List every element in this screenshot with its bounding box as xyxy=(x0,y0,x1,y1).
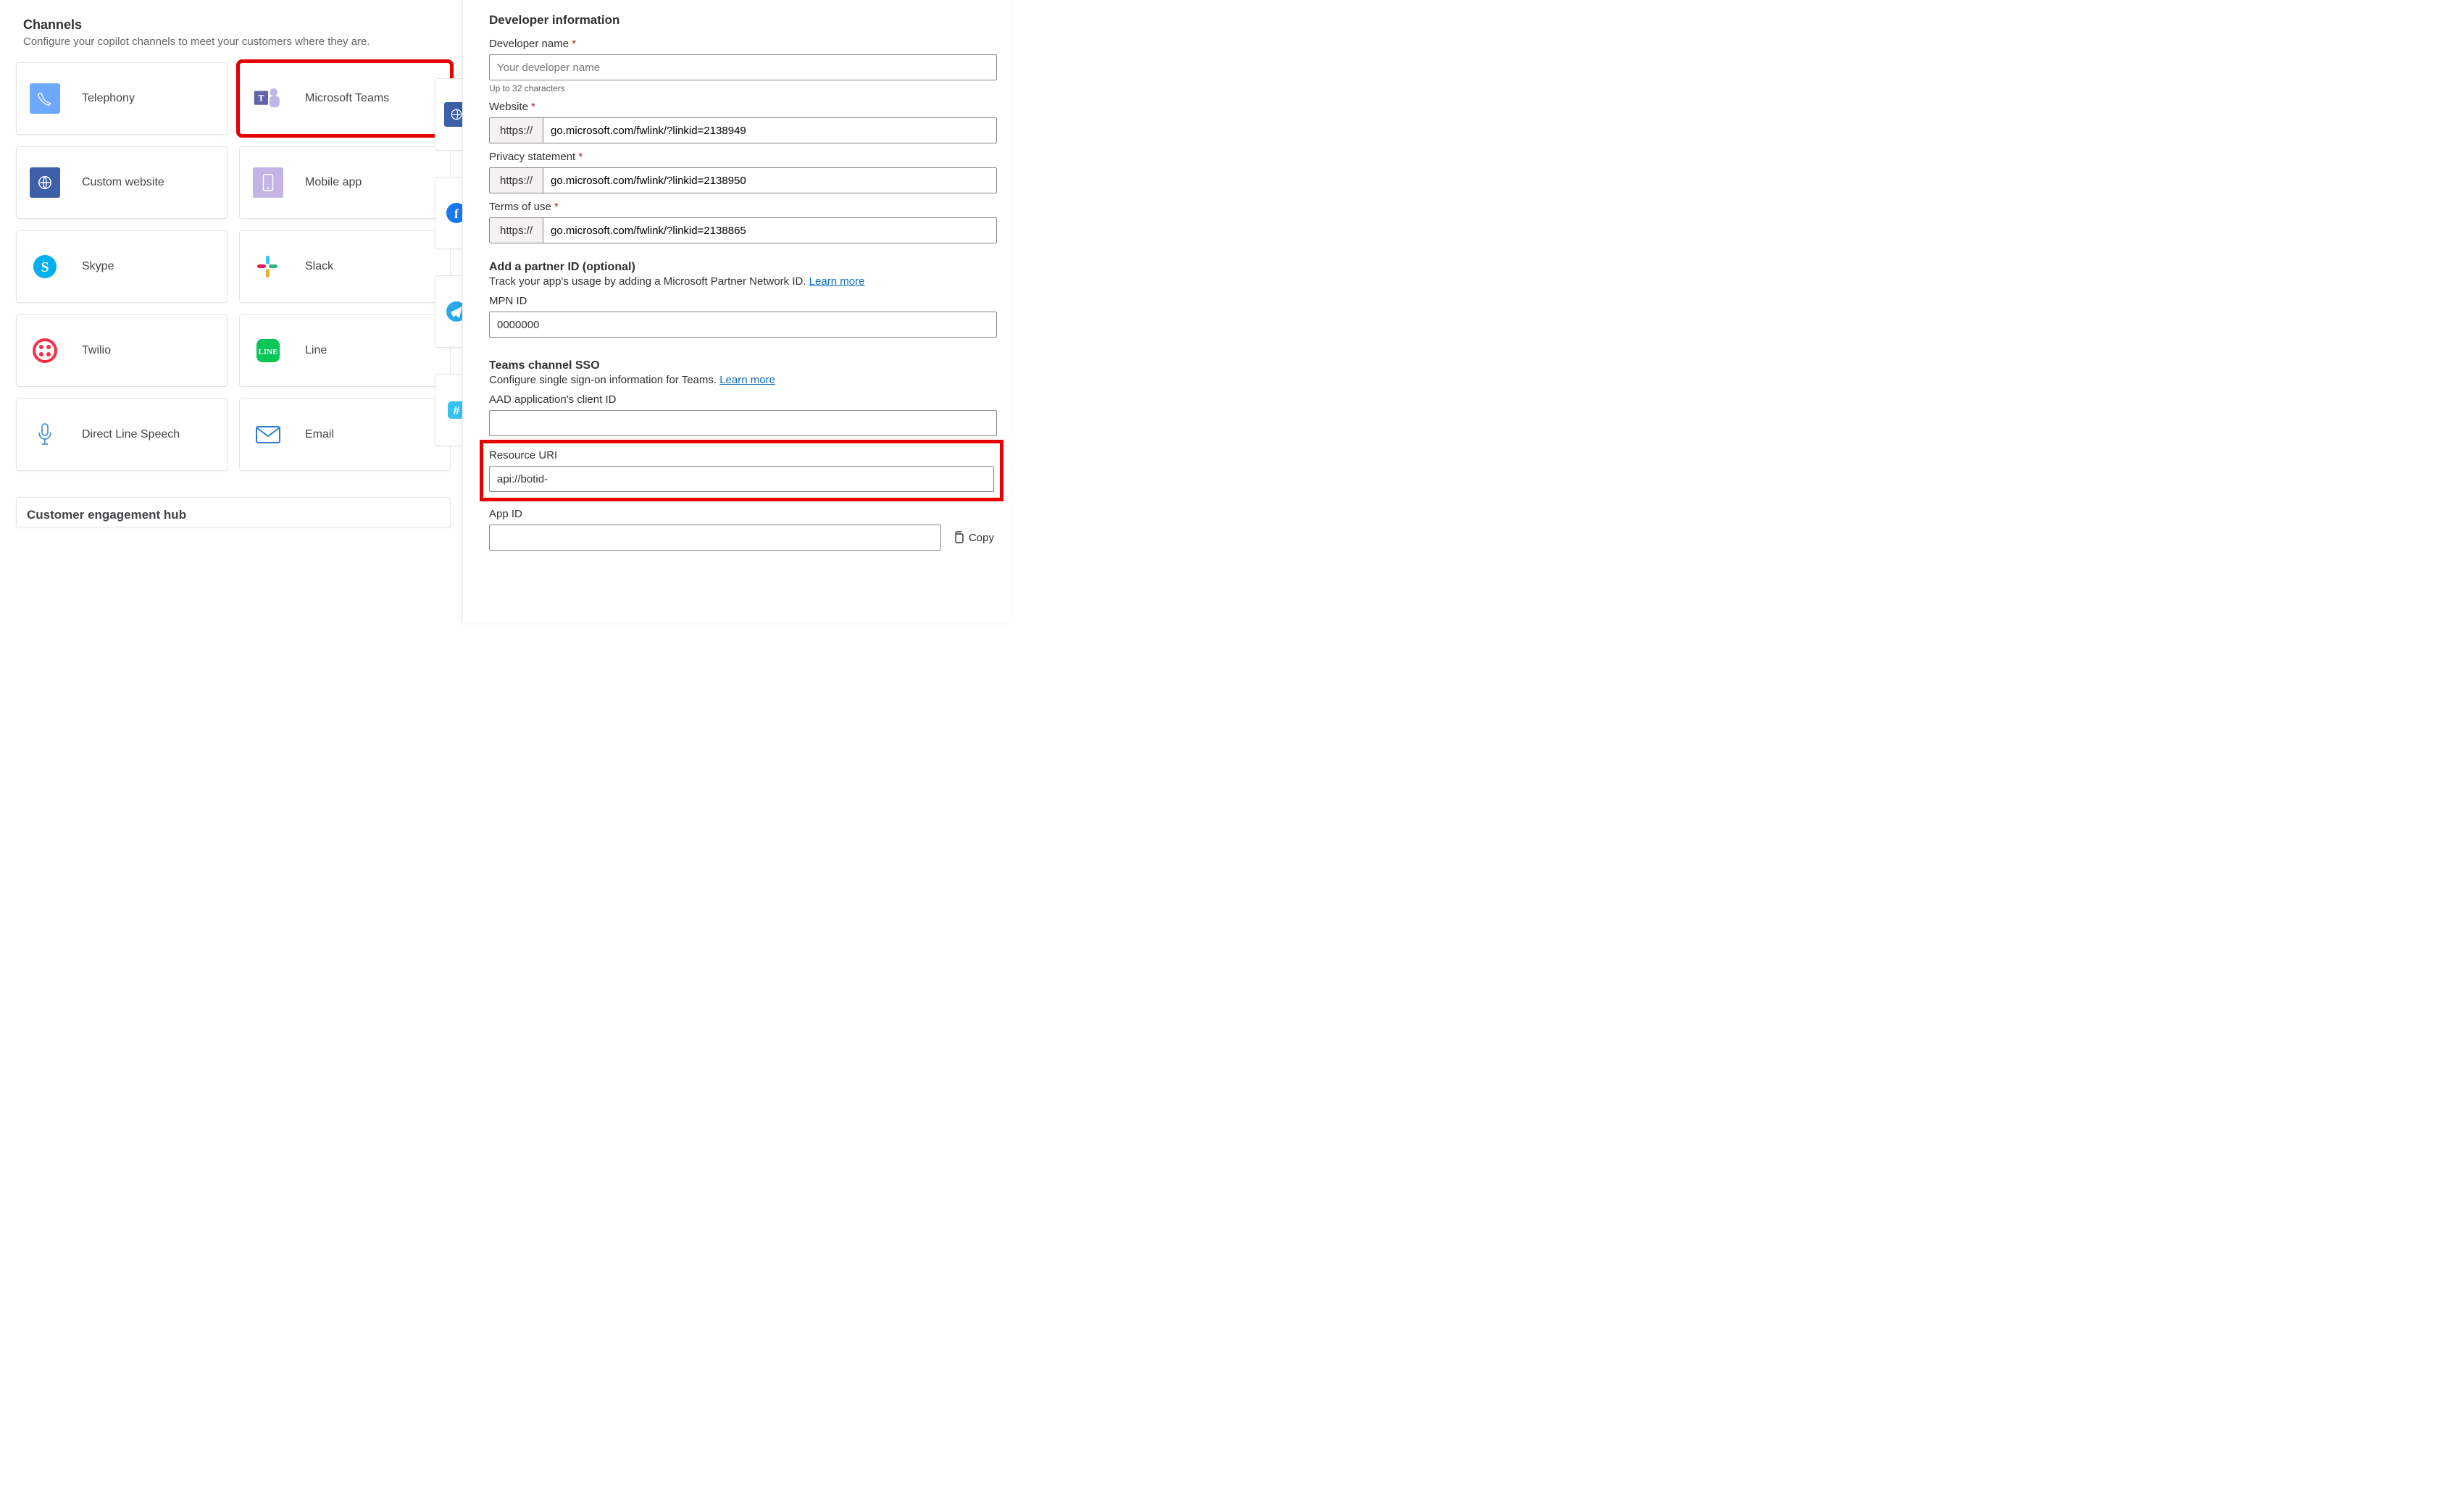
tile-label: Custom website xyxy=(82,176,164,189)
aad-client-id-input[interactable] xyxy=(489,410,997,436)
website-input[interactable] xyxy=(543,118,996,143)
privacy-field: https:// xyxy=(489,167,997,193)
svg-text:#: # xyxy=(454,405,460,417)
sso-learn-more-link[interactable]: Learn more xyxy=(719,374,775,386)
terms-field: https:// xyxy=(489,217,997,243)
sso-title: Teams channel SSO xyxy=(489,359,997,372)
website-field: https:// xyxy=(489,117,997,143)
svg-text:LINE: LINE xyxy=(259,348,278,356)
developer-info-title: Developer information xyxy=(489,13,997,28)
terms-label: Terms of use xyxy=(489,201,997,213)
tile-mobile-app[interactable]: Mobile app xyxy=(239,146,451,219)
channels-subtitle: Configure your copilot channels to meet … xyxy=(23,35,458,48)
developer-name-label: Developer name xyxy=(489,38,997,50)
https-prefix: https:// xyxy=(490,118,543,143)
partner-id-desc: Track your app's usage by adding a Micro… xyxy=(489,275,997,288)
email-icon xyxy=(253,419,283,450)
twilio-icon xyxy=(30,335,60,366)
copy-button[interactable]: Copy xyxy=(950,531,997,544)
tile-label: Line xyxy=(305,344,327,357)
app-id-input[interactable] xyxy=(489,525,941,551)
partner-id-desc-text: Track your app's usage by adding a Micro… xyxy=(489,275,809,288)
tile-label: Microsoft Teams xyxy=(305,92,389,105)
skype-icon: S xyxy=(30,251,60,282)
tile-label: Slack xyxy=(305,260,333,273)
tile-telephony[interactable]: Telephony xyxy=(16,62,228,135)
tile-label: Telephony xyxy=(82,92,135,105)
line-icon: LINE xyxy=(253,335,283,366)
tile-email[interactable]: Email xyxy=(239,398,451,471)
developer-name-hint: Up to 32 characters xyxy=(489,83,997,93)
resource-uri-highlight: Resource URI xyxy=(483,443,1000,498)
https-prefix: https:// xyxy=(490,218,543,243)
tile-skype[interactable]: S Skype xyxy=(16,230,228,303)
channels-section: Channels Configure your copilot channels… xyxy=(9,0,458,527)
globe-icon xyxy=(30,167,60,198)
tile-label: Skype xyxy=(82,260,114,273)
https-prefix: https:// xyxy=(490,168,543,193)
developer-name-input[interactable] xyxy=(489,54,997,80)
tile-label: Mobile app xyxy=(305,176,362,189)
tile-microsoft-teams[interactable]: T Microsoft Teams xyxy=(239,62,451,135)
partner-id-title: Add a partner ID (optional) xyxy=(489,261,997,274)
aad-client-id-label: AAD application's client ID xyxy=(489,393,997,406)
privacy-label: Privacy statement xyxy=(489,151,997,163)
mobile-icon xyxy=(253,167,283,198)
tile-twilio[interactable]: Twilio xyxy=(16,314,228,387)
partner-learn-more-link[interactable]: Learn more xyxy=(809,275,865,288)
terms-input[interactable] xyxy=(543,218,996,243)
developer-info-pane: Developer information Developer name Up … xyxy=(462,0,1010,622)
mpn-id-label: MPN ID xyxy=(489,295,997,307)
tile-slack[interactable]: Slack xyxy=(239,230,451,303)
tile-direct-line-speech[interactable]: Direct Line Speech xyxy=(16,398,228,471)
svg-text:f: f xyxy=(454,206,459,221)
tile-line[interactable]: LINE Line xyxy=(239,314,451,387)
tile-label: Email xyxy=(305,428,334,441)
microphone-icon xyxy=(30,419,60,450)
sso-desc-text: Configure single sign-on information for… xyxy=(489,374,719,386)
tile-custom-website[interactable]: Custom website xyxy=(16,146,228,219)
resource-uri-input[interactable] xyxy=(489,466,994,492)
teams-icon: T xyxy=(253,83,283,114)
tile-label: Twilio xyxy=(82,344,111,357)
privacy-input[interactable] xyxy=(543,168,996,193)
mpn-id-input[interactable] xyxy=(489,312,997,338)
website-label: Website xyxy=(489,101,997,113)
channels-grid: Telephony T Microsoft Teams Custom websi… xyxy=(9,62,458,471)
svg-text:T: T xyxy=(258,93,264,104)
phone-icon xyxy=(30,83,60,114)
customer-engagement-hub-title: Customer engagement hub xyxy=(16,497,451,527)
svg-text:S: S xyxy=(41,259,49,275)
app-id-label: App ID xyxy=(489,508,997,520)
copy-label: Copy xyxy=(969,532,994,544)
slack-icon xyxy=(253,251,283,282)
sso-desc: Configure single sign-on information for… xyxy=(489,374,997,386)
tile-label: Direct Line Speech xyxy=(82,428,180,441)
channels-title: Channels xyxy=(23,17,458,33)
copy-icon xyxy=(953,531,964,544)
resource-uri-label: Resource URI xyxy=(489,449,994,461)
